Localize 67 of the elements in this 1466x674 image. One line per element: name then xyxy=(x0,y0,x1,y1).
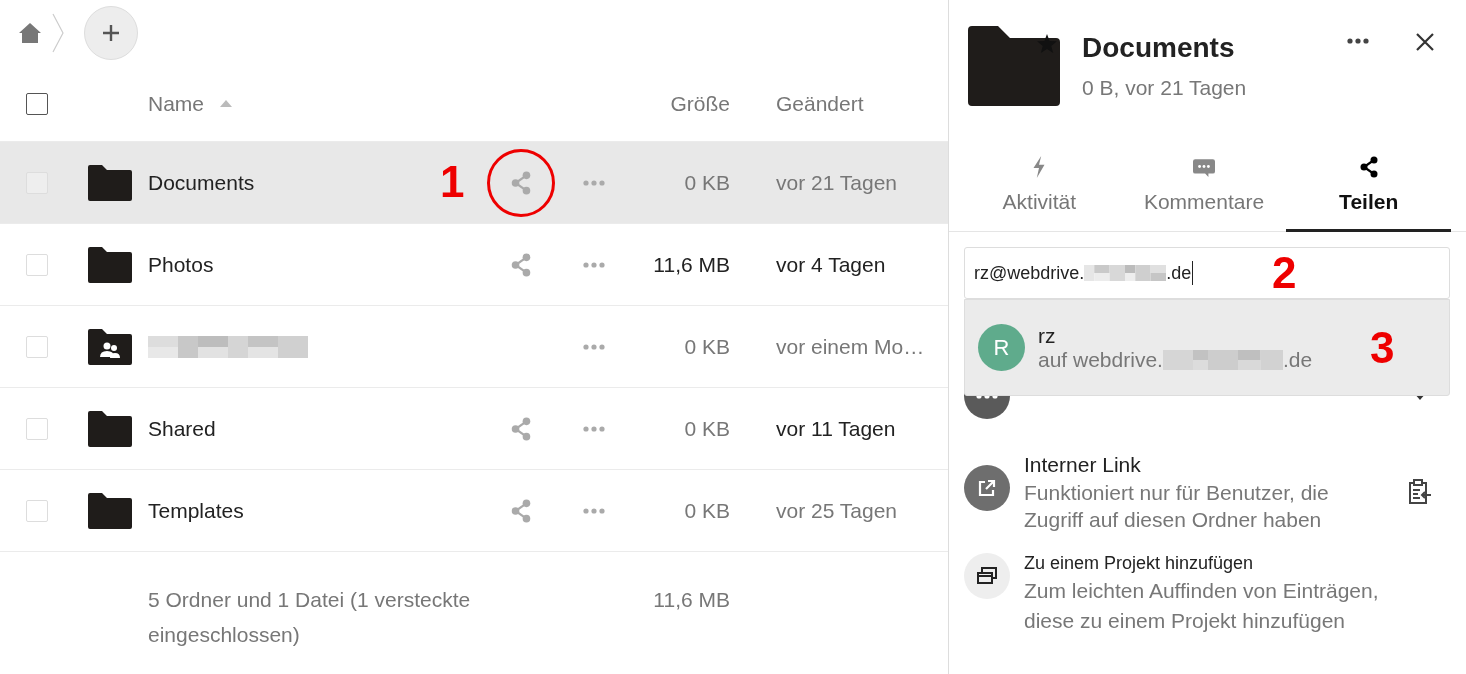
clipboard-icon[interactable] xyxy=(1408,479,1432,505)
folder-icon xyxy=(88,492,132,529)
star-icon[interactable] xyxy=(1037,34,1057,54)
file-row[interactable]: Photos 11,6 MB vor 4 Tagen xyxy=(0,223,948,305)
windows-icon xyxy=(964,553,1010,599)
row-checkbox[interactable] xyxy=(26,499,48,522)
folder-icon xyxy=(88,246,132,283)
modified-date: vor 21 Tagen xyxy=(776,170,898,194)
row-checkbox[interactable] xyxy=(26,417,48,440)
file-name[interactable]: Templates xyxy=(148,498,244,522)
column-header[interactable]: Geändert xyxy=(776,91,864,115)
annotation-number: 2 xyxy=(1272,251,1297,295)
share-icon[interactable] xyxy=(510,170,532,195)
share-icon[interactable] xyxy=(510,416,532,441)
section-title: Interner Link xyxy=(1024,453,1142,477)
user-server: auf webdrive. xyxy=(1038,347,1163,372)
sidebar-tab[interactable]: Teilen xyxy=(1286,140,1451,232)
folder-icon xyxy=(88,164,132,201)
breadcrumb-separator-icon xyxy=(52,13,64,53)
file-name[interactable]: Shared xyxy=(148,416,216,440)
file-size: 11,6 MB xyxy=(653,252,730,276)
annotation-number: 3 xyxy=(1370,326,1395,370)
suggestion-item[interactable]: R rz auf webdrive. .de 3 xyxy=(965,300,1449,395)
user-server: .de xyxy=(1282,347,1313,372)
file-name[interactable]: Documents xyxy=(148,170,255,194)
column-header[interactable]: Name xyxy=(148,91,205,116)
modified-date: vor einem Mo… xyxy=(776,334,925,358)
select-all-checkbox[interactable] xyxy=(26,92,48,115)
home-icon[interactable] xyxy=(18,22,42,44)
file-row[interactable]: Templates 0 KB vor 25 Tagen xyxy=(0,469,948,551)
user-avatar: R xyxy=(978,324,1025,371)
folder-icon xyxy=(88,410,132,447)
sidebar-tab[interactable]: Kommentare xyxy=(1121,140,1287,232)
add-button[interactable] xyxy=(84,6,138,60)
section-description: Funktioniert nur für Benutzer, die Zugriff auf diesen Ordner haben xyxy=(1024,480,1330,533)
modified-date: vor 11 Tagen xyxy=(776,416,896,440)
summary-text: 5 Ordner und 1 Datei (1 versteckte eingeschlossen) xyxy=(148,588,471,646)
section-description: Zum leichten Auffinden von Einträgen, diese zu einem Projekt hinzufügen xyxy=(1024,578,1380,634)
external-link-icon xyxy=(964,465,1010,511)
modified-date: vor 25 Tagen xyxy=(776,498,898,522)
row-checkbox[interactable] xyxy=(26,253,48,276)
file-row[interactable]: Shared 0 KB vor 11 Tagen xyxy=(0,387,948,469)
file-size: 0 KB xyxy=(684,334,730,358)
annotation-number: 1 xyxy=(440,159,465,204)
section-title: Zu einem Projekt hinzufügen xyxy=(1024,553,1255,574)
column-header[interactable]: Größe xyxy=(670,91,730,115)
share-icon[interactable] xyxy=(510,252,532,277)
close-icon[interactable] xyxy=(1415,32,1435,52)
share-icon[interactable] xyxy=(510,498,532,523)
row-checkbox[interactable] xyxy=(26,335,48,358)
plus-icon xyxy=(101,23,121,43)
file-row[interactable]: Documents 1 0 KB vor 21 Tagen xyxy=(0,141,948,223)
sidebar-tab[interactable]: Aktivität xyxy=(957,140,1122,232)
total-size: 11,6 MB xyxy=(653,588,730,611)
sidebar-title: Documents xyxy=(1082,32,1236,64)
more-icon[interactable] xyxy=(1347,38,1369,44)
sidebar-subtitle: 0 B, vor 21 Tagen xyxy=(1082,76,1247,100)
file-size: 0 KB xyxy=(684,416,730,440)
group-folder-icon xyxy=(88,328,132,365)
file-name[interactable]: Photos xyxy=(148,252,214,276)
modified-date: vor 4 Tagen xyxy=(776,252,886,276)
folder-icon xyxy=(968,26,1060,106)
file-row[interactable]: 0 KB vor einem Mo… xyxy=(0,305,948,387)
user-name: rz xyxy=(1038,323,1057,348)
annotation-circle xyxy=(487,148,555,217)
file-size: 0 KB xyxy=(684,498,730,522)
file-size: 0 KB xyxy=(684,170,730,194)
